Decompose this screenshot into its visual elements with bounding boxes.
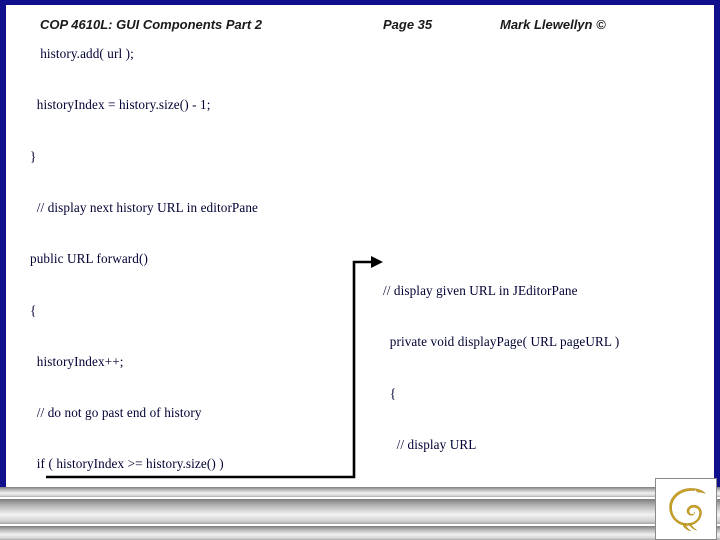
code-line: { — [30, 302, 37, 318]
footer-bar-main — [0, 499, 720, 524]
pegasus-eye — [694, 492, 697, 496]
ucf-pegasus-logo — [655, 478, 717, 540]
code-line: } — [30, 148, 37, 164]
slide-right-border — [714, 0, 720, 487]
footer-author: Mark Llewellyn © — [500, 17, 606, 32]
code-line: private void displayPage( URL pageURL ) — [383, 334, 620, 350]
code-line: public URL forward() — [30, 251, 148, 267]
pegasus-icon — [669, 488, 706, 532]
code-line: historyIndex = history.size() - 1; — [30, 97, 211, 113]
code-listing-left: history.add( url ); historyIndex = histo… — [30, 11, 285, 540]
code-line: // display URL — [383, 437, 477, 453]
code-line: // display next history URL in editorPan… — [30, 200, 258, 216]
presentation-slide: history.add( url ); historyIndex = histo… — [0, 0, 720, 540]
code-line: // do not go past end of history — [30, 405, 202, 421]
footer-page-number: Page 35 — [383, 17, 433, 32]
footer-bar-bottom — [0, 526, 720, 540]
slide-footer — [0, 487, 720, 540]
code-line: history.add( url ); — [30, 46, 134, 62]
code-line: if ( historyIndex >= history.size() ) — [30, 456, 224, 472]
footer-course-title: COP 4610L: GUI Components Part 2 — [40, 17, 263, 32]
code-line: historyIndex++; — [30, 353, 124, 369]
code-line: { — [383, 385, 397, 401]
footer-bar-top — [0, 487, 720, 497]
code-line: // display given URL in JEditorPane — [383, 283, 578, 299]
